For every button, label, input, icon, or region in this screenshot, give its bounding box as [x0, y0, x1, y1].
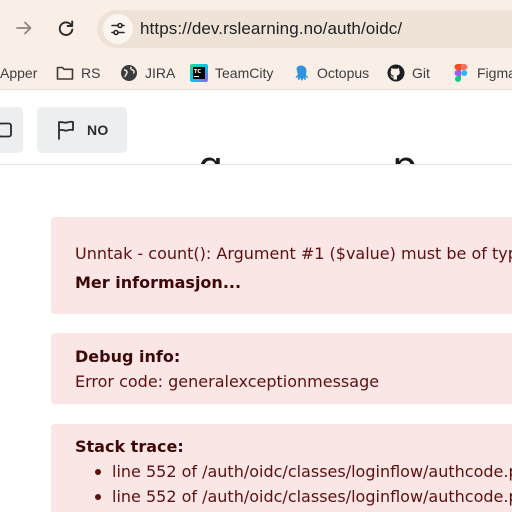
globe-icon: [120, 64, 138, 82]
debug-error-code: Error code: generalexceptionmessage: [75, 372, 380, 391]
folder-icon: [56, 64, 74, 82]
language-button[interactable]: NO: [37, 107, 127, 153]
reload-icon: [58, 20, 74, 36]
bookmark-label: Figma: [477, 65, 512, 81]
square-icon: [0, 122, 12, 138]
address-bar[interactable]: https://dev.rslearning.no/auth/oidc/: [97, 10, 512, 48]
bookmark-label: Apper: [0, 65, 38, 81]
browser-toolbar: https://dev.rslearning.no/auth/oidc/: [0, 0, 512, 56]
language-label: NO: [87, 122, 109, 138]
bookmarks-bar: Apper RS JIRA TC TeamCity Octopus Git Fi…: [0, 56, 512, 90]
more-info-link[interactable]: Mer informasjon...: [75, 273, 241, 292]
figma-icon: [452, 64, 470, 82]
octopus-icon: [292, 64, 310, 82]
exception-alert: Unntak - count(): Argument #1 ($value) m…: [51, 217, 512, 314]
bookmark-label: RS: [81, 65, 101, 81]
github-icon: [387, 64, 405, 82]
flag-icon: [58, 120, 74, 140]
svg-text:TC: TC: [194, 69, 201, 75]
stack-trace-list: line 552 of /auth/oidc/classes/loginflow…: [95, 462, 512, 512]
bookmark-label: JIRA: [145, 65, 176, 81]
reload-button[interactable]: [48, 10, 84, 46]
url-text[interactable]: https://dev.rslearning.no/auth/oidc/: [140, 19, 402, 39]
exception-message: Unntak - count(): Argument #1 ($value) m…: [75, 244, 512, 263]
page-header: NO g p: [0, 91, 512, 165]
bookmark-label: Git: [412, 65, 430, 81]
stop-button[interactable]: [0, 107, 23, 153]
stack-trace-line: line 552 of /auth/oidc/classes/loginflow…: [95, 462, 512, 487]
tune-icon: [111, 22, 125, 36]
page-title-fragment: p: [392, 147, 417, 164]
debug-info-alert: Debug info: Error code: generalexception…: [51, 333, 512, 404]
bookmark-label: Octopus: [317, 65, 370, 81]
bookmark-octopus[interactable]: Octopus: [292, 62, 369, 84]
stack-trace-alert: Stack trace: line 552 of /auth/oidc/clas…: [51, 424, 512, 512]
stack-trace-line: line 552 of /auth/oidc/classes/loginflow…: [95, 487, 512, 512]
forward-button[interactable]: [6, 10, 42, 46]
stack-trace-heading: Stack trace:: [75, 437, 184, 456]
debug-heading: Debug info:: [75, 347, 181, 366]
site-info-button[interactable]: [103, 14, 133, 44]
bookmark-label: TeamCity: [215, 65, 274, 81]
page-title-fragment: g: [198, 147, 223, 164]
arrow-right-icon: [16, 21, 32, 35]
bookmark-jira[interactable]: JIRA: [120, 62, 175, 84]
teamcity-icon: TC: [190, 64, 208, 82]
bookmark-git[interactable]: Git: [387, 62, 430, 84]
bookmark-rs[interactable]: RS: [56, 62, 100, 84]
bookmark-apper[interactable]: Apper: [0, 62, 37, 84]
bookmark-teamcity[interactable]: TC TeamCity: [190, 62, 273, 84]
bookmark-figma[interactable]: Figma: [452, 62, 512, 84]
